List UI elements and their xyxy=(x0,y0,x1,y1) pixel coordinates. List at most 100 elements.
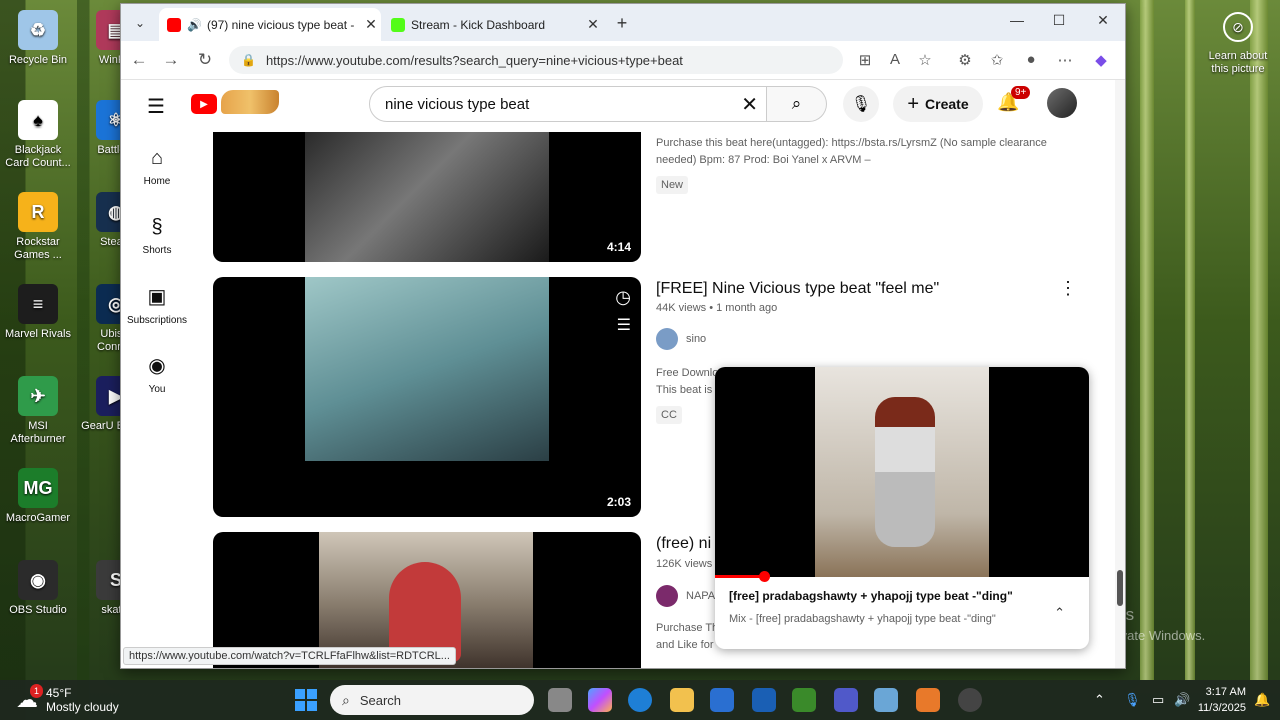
copilot-icon[interactable]: ◆ xyxy=(1089,51,1113,69)
store-app-icon[interactable] xyxy=(710,688,734,712)
kick-favicon-icon xyxy=(391,17,405,32)
desktop-icon[interactable]: ♻ Recycle Bin xyxy=(2,10,74,67)
refresh-icon[interactable]: ↻ xyxy=(193,50,217,70)
notifications-button[interactable]: 🔔 9+ xyxy=(997,86,1031,113)
sidebar-item-home[interactable]: ⌂ Home xyxy=(121,132,193,201)
forward-icon[interactable]: → xyxy=(159,50,183,70)
desktop-icon[interactable]: R Rockstar Games ... xyxy=(2,192,74,262)
photos-app-icon[interactable] xyxy=(874,688,898,712)
read-aloud-icon[interactable]: A xyxy=(883,51,907,68)
miniplayer-progress[interactable] xyxy=(715,575,764,578)
search-button[interactable]: ⌕ xyxy=(767,86,827,122)
youtube-favicon-icon xyxy=(167,17,181,32)
miniplayer-title: [free] pradabagshawty + yhapojj type bea… xyxy=(729,589,1013,603)
close-tab-icon[interactable]: ✕ xyxy=(361,16,381,33)
miniplayer-video[interactable] xyxy=(715,367,1089,577)
video-thumbnail[interactable]: 4:14 xyxy=(213,132,641,262)
microphone-icon[interactable]: 🎙 xyxy=(1124,692,1141,708)
desktop-icon-label: MSI Afterburner xyxy=(10,420,66,445)
copilot-app-icon[interactable] xyxy=(588,688,612,712)
task-view-icon[interactable] xyxy=(548,688,572,712)
file-explorer-icon[interactable] xyxy=(670,688,694,712)
create-button[interactable]: + Create xyxy=(893,86,983,122)
edge-app-icon[interactable] xyxy=(628,688,652,712)
video-title[interactable]: (free) ni xyxy=(656,535,711,553)
obs-app-icon[interactable] xyxy=(958,688,982,712)
taskbar-search[interactable]: ⌕ Search xyxy=(330,685,534,715)
profile-icon[interactable]: ● xyxy=(1019,51,1043,68)
avatar[interactable] xyxy=(1047,88,1077,118)
maximize-button[interactable]: ☐ xyxy=(1039,12,1079,29)
app-icon: ≡ xyxy=(18,284,58,324)
desktop-icon[interactable]: ≡ Marvel Rivals xyxy=(2,284,74,341)
desktop-icon[interactable]: ◉ OBS Studio xyxy=(2,560,74,617)
youtube-sidebar: ⌂ Home § Shorts ▣ Subscriptions ◉ You xyxy=(121,132,193,408)
video-thumbnail[interactable]: ◷ ☰ 2:03 xyxy=(213,277,641,517)
sidebar-item-shorts[interactable]: § Shorts xyxy=(121,201,193,270)
tab-kick[interactable]: Stream - Kick Dashboard ✕ xyxy=(383,8,603,41)
new-tab-button[interactable]: + xyxy=(609,11,635,35)
sidebar-item-subscriptions[interactable]: ▣ Subscriptions xyxy=(121,270,193,339)
clear-search-icon[interactable]: ✕ xyxy=(741,92,758,117)
search-input[interactable]: nine vicious type beat ✕ xyxy=(369,86,767,122)
progress-handle[interactable] xyxy=(758,571,770,582)
notification-center-icon[interactable]: 🔔 xyxy=(1254,692,1270,708)
menu-icon[interactable]: ☰ xyxy=(147,94,165,119)
fl-studio-app-icon[interactable] xyxy=(916,688,940,712)
wallpaper-bamboo xyxy=(1250,0,1268,680)
favorites-icon[interactable]: ✩ xyxy=(985,51,1009,69)
learn-about-picture[interactable]: ⊘ Learn about this picture xyxy=(1202,12,1274,76)
close-window-button[interactable]: ✕ xyxy=(1083,12,1123,29)
youtube-doodle[interactable] xyxy=(221,90,279,114)
wallpaper-bamboo xyxy=(1140,0,1154,680)
volume-icon[interactable]: 🔊 xyxy=(1174,692,1190,708)
scrollbar-thumb[interactable] xyxy=(1117,570,1123,606)
search-icon: ⌕ xyxy=(342,691,350,708)
tab-actions-button[interactable]: ⌄ xyxy=(127,11,153,35)
extensions-icon[interactable]: ⚙ xyxy=(953,51,977,69)
tab-youtube[interactable]: 🔊 (97) nine vicious type beat - ✕ xyxy=(159,8,381,41)
notification-badge: 9+ xyxy=(1011,86,1031,99)
link-status-url: https://www.youtube.com/watch?v=TCRLFfaF… xyxy=(123,647,456,665)
show-hidden-icons-icon[interactable]: ⌃ xyxy=(1094,692,1105,708)
video-meta: 126K views xyxy=(656,558,713,570)
youtube-logo-icon[interactable]: ▶ xyxy=(191,94,217,114)
app-icon: ✈ xyxy=(18,376,58,416)
channel-avatar xyxy=(656,585,678,607)
speaker-icon[interactable]: 🔊 xyxy=(187,18,202,32)
back-icon[interactable]: ← xyxy=(127,50,151,70)
weather-widget[interactable]: ☁ 1 45°F Mostly cloudy xyxy=(16,684,119,714)
network-icon[interactable]: ▭ xyxy=(1152,692,1164,708)
channel-link[interactable]: NAPA xyxy=(656,585,715,607)
channel-link[interactable]: sino xyxy=(656,328,706,350)
url-field[interactable]: 🔒 https://www.youtube.com/results?search… xyxy=(229,46,843,74)
more-menu-icon[interactable]: ⋯ xyxy=(1053,51,1077,69)
desktop-icon-label: Blackjack Card Count... xyxy=(5,144,71,169)
close-tab-icon[interactable]: ✕ xyxy=(583,16,603,33)
lock-icon[interactable]: 🔒 xyxy=(241,53,256,67)
miniplayer[interactable]: [free] pradabagshawty + yhapojj type bea… xyxy=(715,367,1089,649)
watch-later-icon[interactable]: ◷ xyxy=(615,287,631,308)
taskbar: ☁ 1 45°F Mostly cloudy ⌕ Search ⌃ 🎙 ▭ 🔊 … xyxy=(0,680,1280,720)
add-to-queue-icon[interactable]: ☰ xyxy=(617,315,631,335)
chevron-up-icon[interactable]: ⌃ xyxy=(1054,605,1065,621)
app-available-icon[interactable]: ⊞ xyxy=(853,51,877,69)
system-clock[interactable]: 3:17 AM 11/3/2025 xyxy=(1198,684,1246,716)
app-icon: ◉ xyxy=(18,560,58,600)
desktop-icon[interactable]: MG MacroGamer xyxy=(2,468,74,525)
subscriptions-icon: ▣ xyxy=(147,285,167,308)
desktop-icon[interactable]: ✈ MSI Afterburner xyxy=(2,376,74,446)
start-button[interactable] xyxy=(295,689,317,711)
page-scrollbar[interactable] xyxy=(1115,80,1125,668)
voice-search-button[interactable]: 🎙 xyxy=(843,86,879,122)
desktop-icon[interactable]: ♠ Blackjack Card Count... xyxy=(2,100,74,170)
minecraft-app-icon[interactable] xyxy=(792,688,816,712)
outlook-app-icon[interactable] xyxy=(752,688,776,712)
minimize-button[interactable]: — xyxy=(997,12,1037,28)
favorite-star-icon[interactable]: ☆ xyxy=(913,51,937,69)
video-title[interactable]: [FREE] Nine Vicious type beat "feel me" xyxy=(656,280,939,298)
sidebar-item-you[interactable]: ◉ You xyxy=(121,339,193,408)
plus-icon: + xyxy=(907,92,920,115)
teams-app-icon[interactable] xyxy=(834,688,858,712)
more-actions-icon[interactable]: ⋮ xyxy=(1059,278,1077,299)
